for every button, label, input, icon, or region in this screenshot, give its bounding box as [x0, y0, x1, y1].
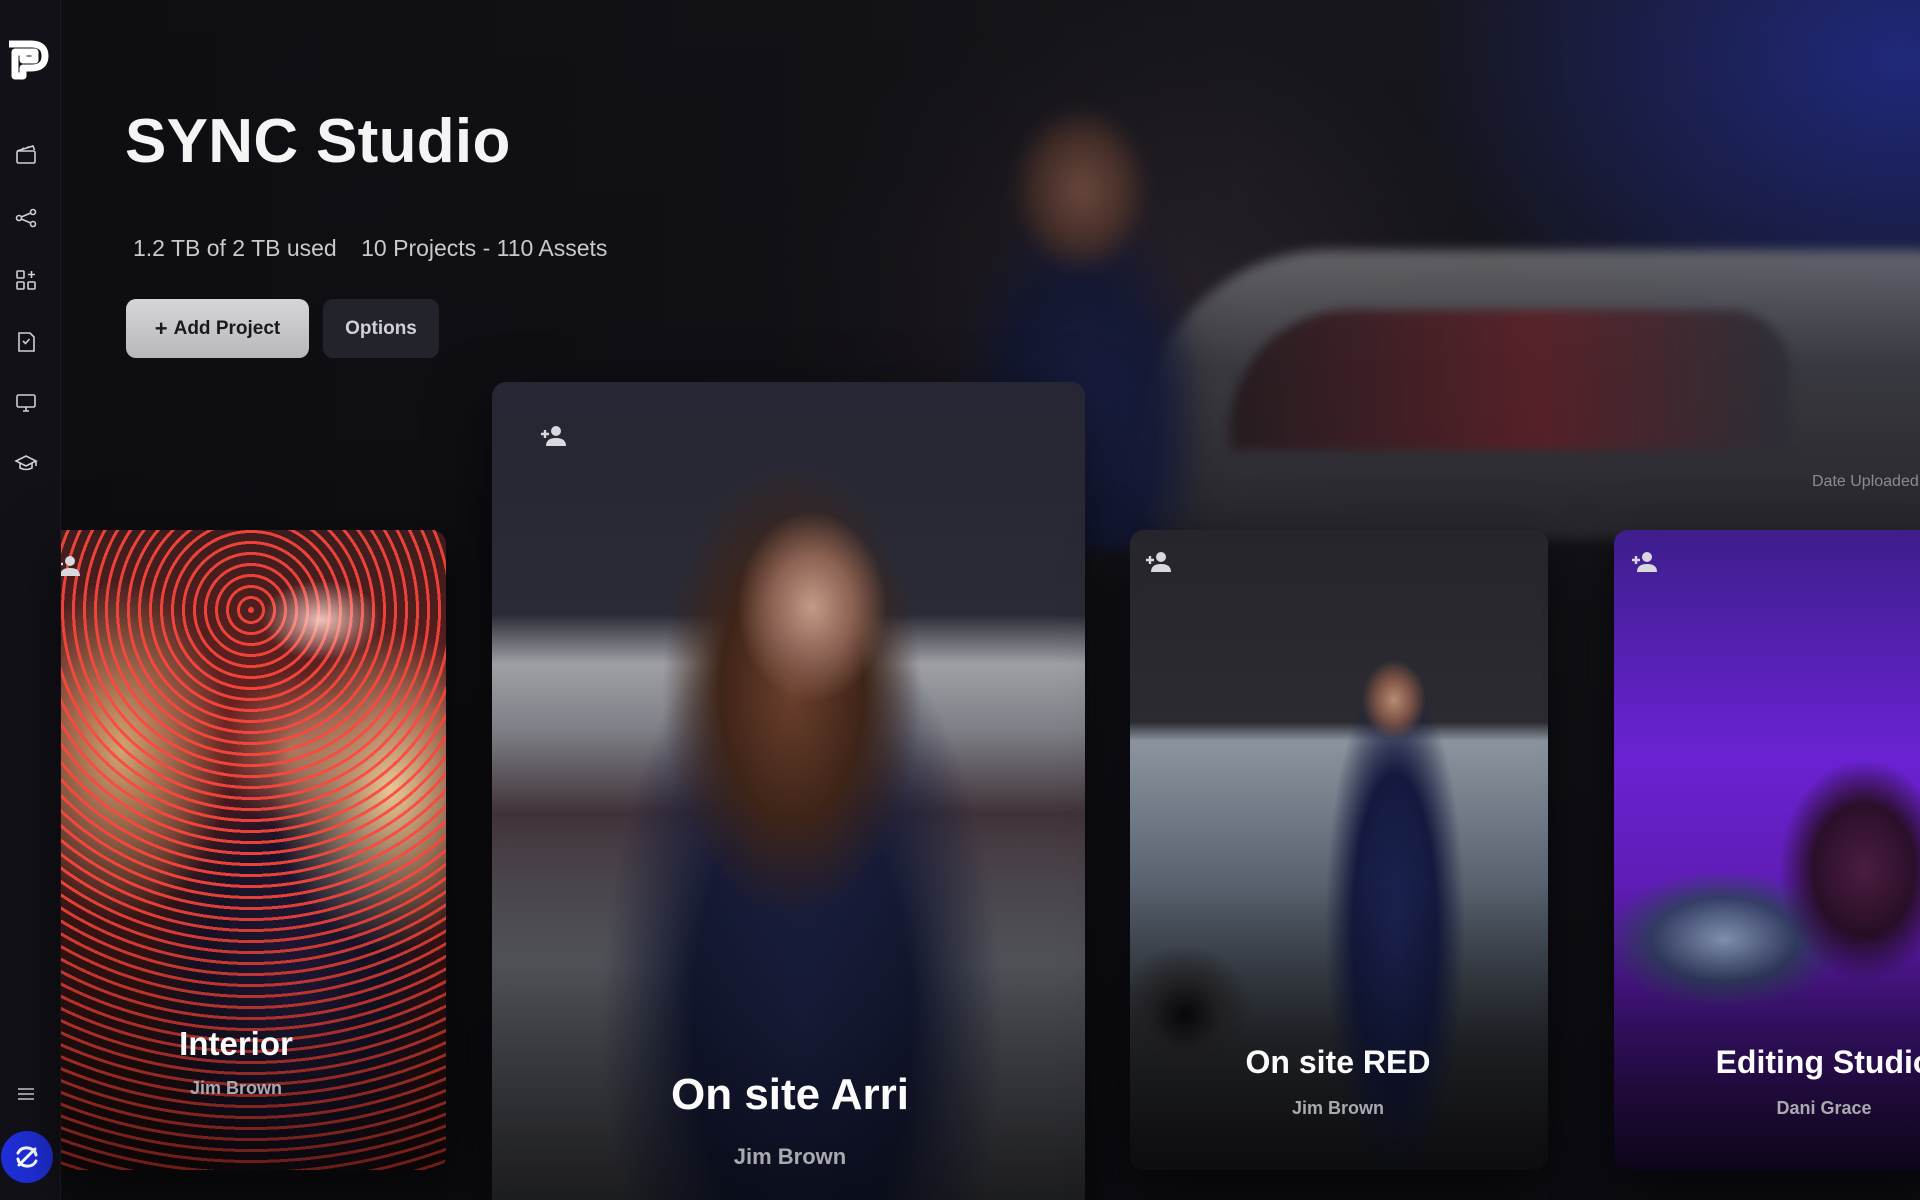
project-owner: Jim Brown	[189, 1078, 283, 1098]
plus-icon: +	[154, 315, 168, 341]
add-project-button[interactable]: + Add Project	[126, 299, 309, 358]
apps-add-icon[interactable]	[12, 266, 40, 294]
storage-usage: 1.2 TB of 2 TB used	[133, 235, 337, 261]
project-summary: 10 Projects - 110 Assets	[361, 235, 608, 261]
add-person-icon[interactable]	[1628, 548, 1662, 576]
add-person-icon[interactable]	[537, 422, 571, 450]
project-card-editing-studio[interactable]: Editing Studio Dani Grace	[1614, 530, 1920, 1170]
project-title: On site Arri	[671, 1070, 909, 1119]
project-title: On site RED	[1245, 1044, 1431, 1080]
floppy-icon[interactable]	[12, 328, 40, 356]
add-project-label: Add Project	[173, 317, 281, 339]
options-button[interactable]: Options	[323, 299, 439, 358]
project-title: Editing Studio	[1715, 1044, 1920, 1080]
monitor-icon[interactable]	[12, 389, 40, 417]
project-owner: Jim Brown	[1291, 1098, 1385, 1118]
options-label: Options	[345, 317, 417, 339]
project-owner: Jim Brown	[733, 1144, 847, 1169]
project-card-on-site-arri[interactable]: On site Arri Jim Brown	[492, 382, 1085, 1200]
sync-avatar-icon[interactable]	[1, 1131, 53, 1183]
project-title: Interior	[179, 1025, 293, 1062]
sidebar	[0, 0, 61, 1200]
share-nodes-icon[interactable]	[12, 204, 40, 232]
sort-dropdown[interactable]: Date Uploaded	[1812, 473, 1919, 491]
project-owner: Dani Grace	[1776, 1098, 1872, 1118]
add-person-icon[interactable]	[61, 552, 85, 580]
storage-stats: 1.2 TB of 2 TB used 10 Projects - 110 As…	[133, 235, 607, 262]
project-card-interior[interactable]: Interior Jim Brown	[61, 530, 446, 1170]
menu-lines-icon[interactable]	[12, 1080, 40, 1108]
page-title: SYNC Studio	[125, 107, 511, 176]
project-card-on-site-red[interactable]: On site RED Jim Brown	[1130, 530, 1548, 1170]
app-logo[interactable]	[5, 38, 53, 80]
add-person-icon[interactable]	[1142, 548, 1176, 576]
clapperboard-icon[interactable]	[12, 140, 40, 168]
graduation-cap-icon[interactable]	[12, 450, 40, 478]
